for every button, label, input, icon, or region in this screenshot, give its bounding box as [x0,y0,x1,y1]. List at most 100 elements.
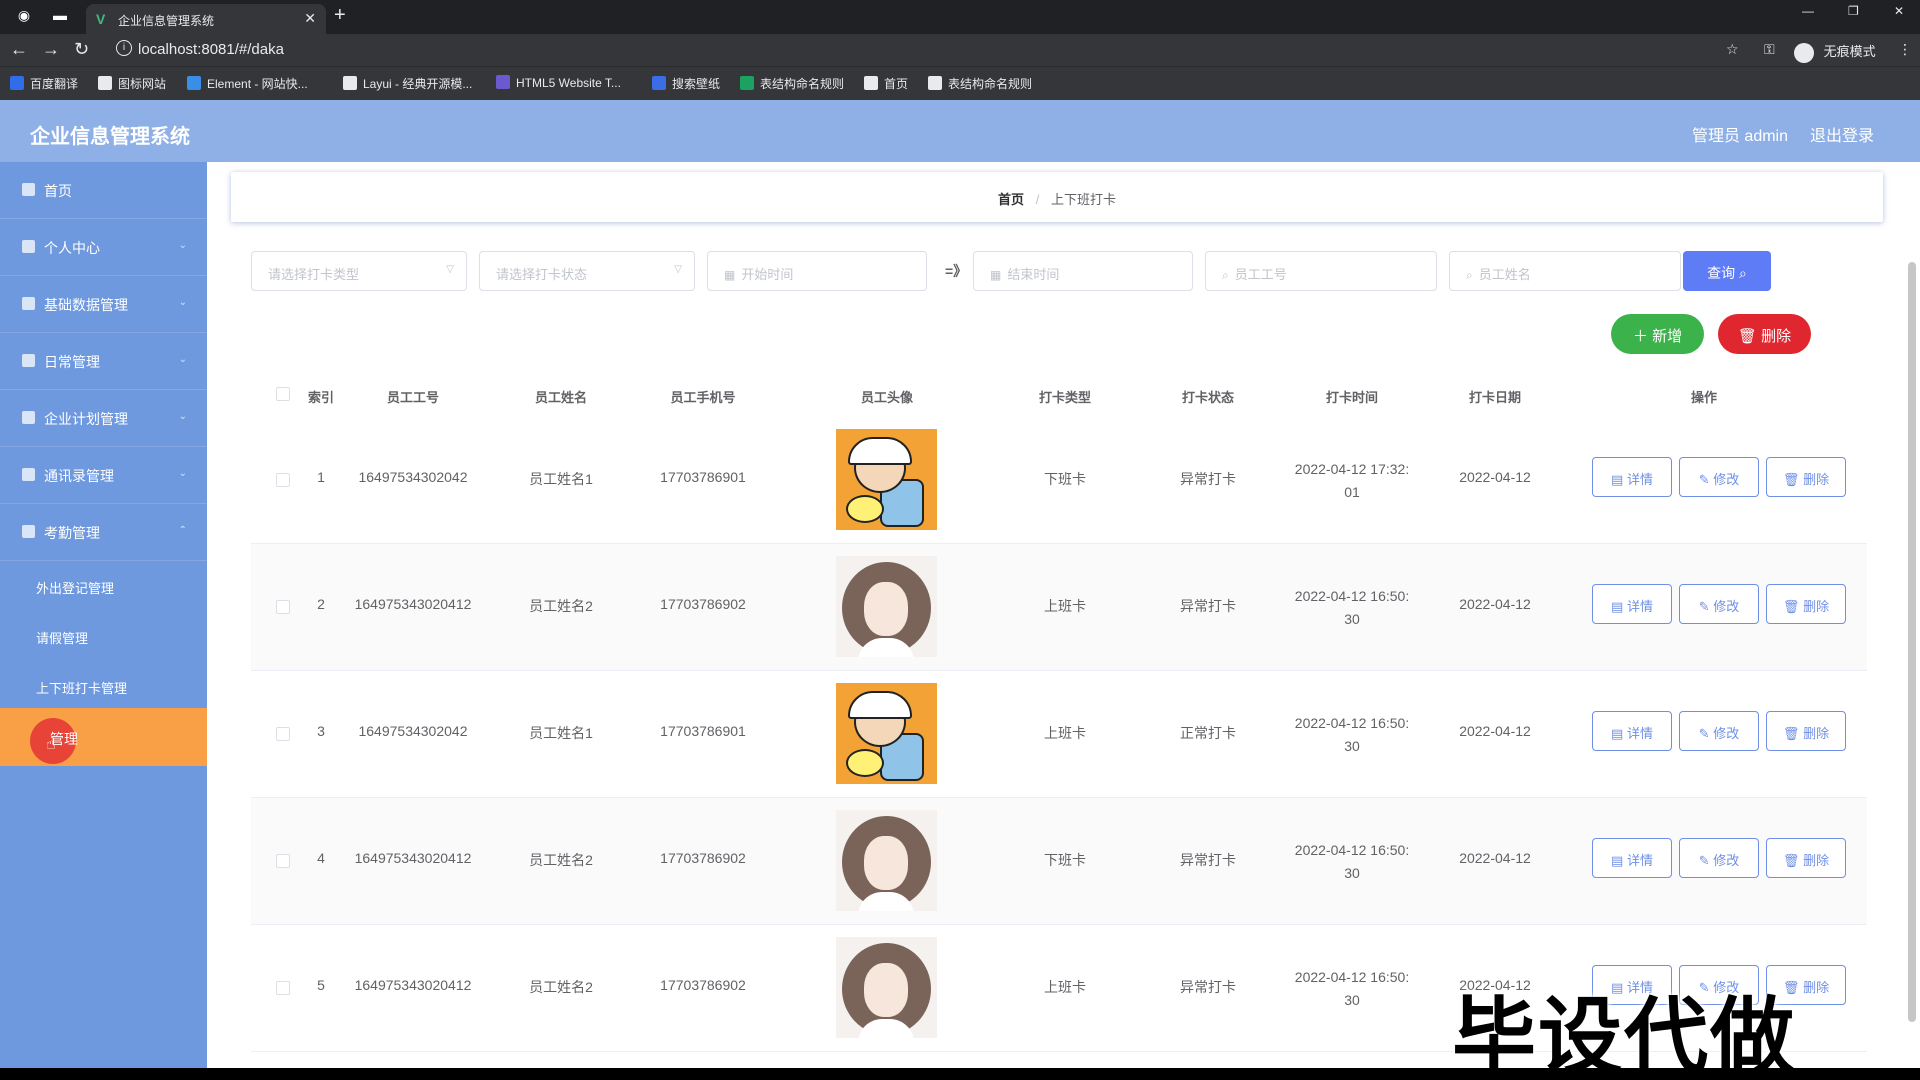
detail-button[interactable]: ▤ 详情 [1592,584,1672,624]
reload-icon[interactable]: ↻ [74,39,89,60]
cell-time-line2: 30 [1344,865,1360,881]
start-time-picker[interactable]: ▦ 开始时间 [707,251,927,291]
browser-menu-icon[interactable]: ◉ [14,7,34,27]
cell-time-line2: 01 [1344,484,1360,500]
sidebar-item-active[interactable]: ☝ 管理 [0,708,207,766]
row-checkbox[interactable] [276,727,290,741]
sidebar-subitem-clockin[interactable]: 上下班打卡管理 [0,662,207,712]
row-delete-button[interactable]: 🗑 删除 [1766,838,1846,878]
bookmark-item[interactable]: Element - 网站快... [187,75,308,92]
sidebar-item-home[interactable]: 首页 [0,162,207,219]
table-row[interactable]: 1 16497534302042 员工姓名1 17703786901 下班卡 异常打卡 20… [251,417,1867,544]
close-window-icon[interactable]: ✕ [1894,4,1904,18]
cell-time: 2022-04-12 17:32: 01 [1277,458,1427,504]
incognito-indicator[interactable]: 无痕模式 [1794,41,1876,63]
new-tab-icon[interactable]: + [334,4,346,27]
select-all-checkbox[interactable] [276,387,290,401]
sidebar-item-attendance[interactable]: 考勤管理 ⌃ [0,504,207,561]
minimize-icon[interactable]: — [1802,4,1814,18]
cartoon-boy-avatar [836,429,937,530]
row-checkbox[interactable] [276,600,290,614]
detail-button[interactable]: ▤ 详情 [1592,838,1672,878]
sidebar-subitem-outing[interactable]: 外出登记管理 [0,562,207,612]
query-button[interactable]: 查询 ⌕ [1683,251,1771,291]
sidebar-subitem-leave[interactable]: 请假管理 [0,612,207,662]
end-time-picker[interactable]: ▦ 结束时间 [973,251,1193,291]
pencil-icon: ✎ [1698,853,1710,868]
sidebar-item-profile[interactable]: 个人中心 ⌄ [0,219,207,276]
clockin-status-select[interactable]: 请选择打卡状态 ▽ [479,251,695,291]
cell-type: 下班卡 [1044,471,1086,487]
bookmark-label: 首页 [884,77,909,91]
chevron-down-icon: ⌄ [178,297,187,308]
edit-label: 修改 [1713,726,1740,741]
bookmark-item[interactable]: 图标网站 [98,75,166,92]
row-delete-button[interactable]: 🗑 删除 [1766,584,1846,624]
page-scrollbar[interactable] [1908,262,1916,1022]
bookmark-item[interactable]: 百度翻译 [10,75,78,92]
cell-type: 上班卡 [1044,598,1086,614]
edit-button[interactable]: ✎ 修改 [1679,838,1759,878]
row-delete-button[interactable]: 🗑 删除 [1766,711,1846,751]
table-row[interactable]: 3 16497534302042 员工姓名1 17703786901 上班卡 正常打卡 20… [251,671,1867,798]
girl-avatar [836,556,937,657]
back-icon[interactable]: ← [10,39,28,60]
info-icon[interactable]: i [116,40,132,56]
cell-phone: 17703786901 [660,723,746,739]
breadcrumb-home[interactable]: 首页 [998,192,1024,207]
breadcrumb-separator: / [1035,192,1040,207]
search-icon: ⌕ [1466,268,1473,282]
cell-phone: 17703786902 [660,596,746,612]
clockin-type-select[interactable]: 请选择打卡类型 ▽ [251,251,467,291]
cell-avatar [836,683,937,784]
cell-date: 2022-04-12 [1459,723,1531,739]
edit-button[interactable]: ✎ 修改 [1679,457,1759,497]
header-date: 打卡日期 [1468,390,1521,405]
bookmark-item[interactable]: 首页 [864,75,908,92]
table-row[interactable]: 4 164975343020412 员工姓名2 17703786902 下班卡 异常打卡 2… [251,798,1867,925]
sidebar-item-base-data[interactable]: 基础数据管理 ⌄ [0,276,207,333]
browser-tab-active[interactable]: V 企业信息管理系统 ✕ [86,4,326,34]
forward-icon[interactable]: → [42,39,60,60]
bookmark-item[interactable]: 表结构命名规则 [928,75,1032,92]
bookmark-label: 表结构命名规则 [948,77,1033,91]
bookmark-item[interactable]: 表结构命名规则 [740,75,844,92]
incognito-label: 无痕模式 [1823,44,1876,59]
browser-more-icon[interactable]: ⋮ [1898,41,1912,58]
table-row[interactable]: 2 164975343020412 员工姓名2 17703786902 上班卡 异常打卡 2… [251,544,1867,671]
sidebar-item-daily[interactable]: 日常管理 ⌄ [0,333,207,390]
bookmark-item[interactable]: 搜索壁纸 [652,75,720,92]
row-checkbox[interactable] [276,854,290,868]
address-bar[interactable]: i localhost:8081/#/daka [110,37,1790,63]
employee-name-input[interactable]: ⌕ 员工姓名 [1449,251,1681,291]
cell-status: 正常打卡 [1180,725,1236,741]
tab-list-icon[interactable]: ▬ [50,7,70,27]
logout-link[interactable]: 退出登录 [1810,122,1874,146]
database-icon [22,297,35,310]
detail-button[interactable]: ▤ 详情 [1592,711,1672,751]
employee-no-input[interactable]: ⌕ 员工工号 [1205,251,1437,291]
sidebar-item-plan[interactable]: 企业计划管理 ⌄ [0,390,207,447]
cell-status: 异常打卡 [1180,979,1236,995]
batch-delete-button[interactable]: 🗑 删除 [1718,314,1811,354]
edit-button[interactable]: ✎ 修改 [1679,711,1759,751]
bookmark-item[interactable]: Layui - 经典开源模... [343,75,472,92]
bookmark-label: 表结构命名规则 [760,77,845,91]
bookmark-item[interactable]: HTML5 Website T... [496,75,621,90]
add-button[interactable]: ＋ 新增 [1611,314,1704,354]
row-delete-button[interactable]: 🗑 删除 [1766,457,1846,497]
pencil-icon: ✎ [1698,726,1710,741]
sidebar-item-contacts[interactable]: 通讯录管理 ⌄ [0,447,207,504]
bookmark-star-icon[interactable]: ☆ [1726,41,1739,58]
detail-button[interactable]: ▤ 详情 [1592,457,1672,497]
row-checkbox[interactable] [276,981,290,995]
maximize-icon[interactable]: ❐ [1848,4,1859,18]
close-tab-icon[interactable]: ✕ [304,10,316,27]
sidebar-item-label: 通讯录管理 [44,468,114,484]
edit-button[interactable]: ✎ 修改 [1679,584,1759,624]
row-checkbox[interactable] [276,473,290,487]
key-icon[interactable]: ⚿ [1764,41,1775,58]
calendar-icon [22,525,35,538]
current-user: 管理员 admin [1691,128,1788,145]
table-header: 索引 员工工号 员工姓名 员工手机号 员工头像 打卡类型 打卡状态 打卡时间 打… [251,375,1867,417]
